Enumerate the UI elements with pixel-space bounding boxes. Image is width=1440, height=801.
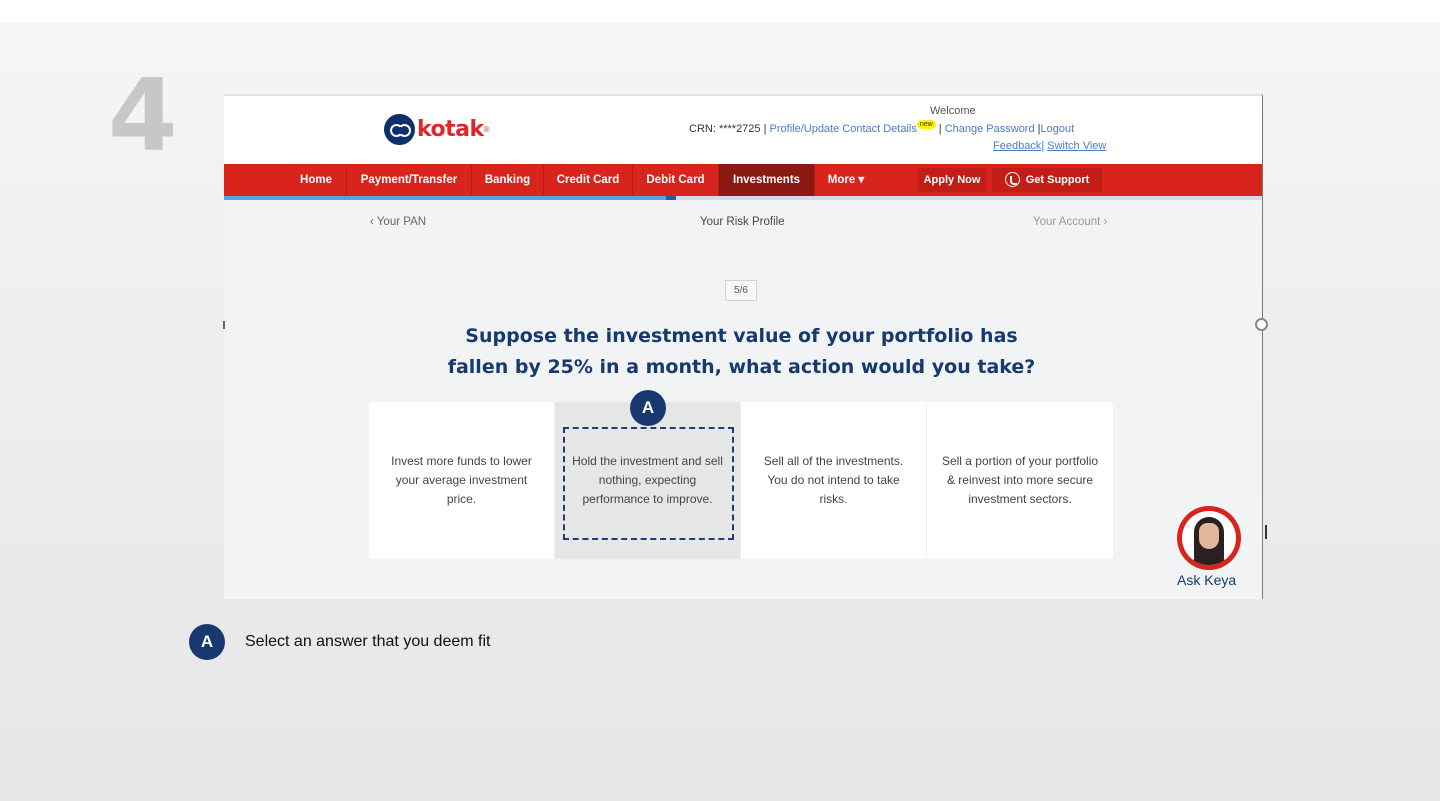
progress-marker <box>666 196 676 200</box>
registered-mark: ® <box>483 125 490 134</box>
progress-bar <box>224 196 1262 200</box>
resize-handle-left <box>223 321 225 329</box>
profile-link[interactable]: Profile/Update Contact Details <box>770 123 917 135</box>
answer-option-sell-portion[interactable]: Sell a portion of your portfolio & reinv… <box>927 402 1113 559</box>
site-header: kotak ® Welcome CRN: ****2725 | Profile/… <box>224 96 1262 164</box>
welcome-text: Welcome <box>930 105 976 117</box>
callout-badge: A <box>630 390 666 426</box>
resize-handle-right <box>1255 318 1268 331</box>
keya-avatar <box>1177 506 1241 570</box>
kotak-logo[interactable]: kotak ® <box>384 114 490 145</box>
nav-debit-card[interactable]: Debit Card <box>633 164 719 196</box>
screenshot-frame: kotak ® Welcome CRN: ****2725 | Profile/… <box>224 94 1263 599</box>
ask-keya-widget[interactable]: Ask Keya <box>1177 506 1241 590</box>
step-number: 4 <box>108 57 178 174</box>
separator: | <box>935 123 945 135</box>
answer-option-sell-all[interactable]: Sell all of the investments. You do not … <box>741 402 927 559</box>
brand-name: kotak <box>417 117 484 142</box>
next-step-link[interactable]: Your Account › <box>1033 216 1107 228</box>
crn-text: CRN: ****2725 | <box>689 123 770 135</box>
nav-investments[interactable]: Investments <box>719 164 815 196</box>
kotak-logo-icon <box>384 114 415 145</box>
answer-option-invest-more[interactable]: Invest more funds to lower your average … <box>369 402 555 559</box>
question-line-2: fallen by 25% in a month, what action wo… <box>447 356 1036 378</box>
nav-credit-card[interactable]: Credit Card <box>544 164 633 196</box>
new-badge: new <box>916 120 936 129</box>
question-text: Suppose the investment value of your por… <box>434 321 1049 383</box>
get-support-label: Get Support <box>1025 174 1090 186</box>
phone-icon <box>1004 171 1020 187</box>
nav-payment-transfer[interactable]: Payment/Transfer <box>347 164 472 196</box>
text-cursor <box>1265 525 1267 539</box>
account-links: CRN: ****2725 | Profile/Update Contact D… <box>689 120 1075 135</box>
feedback-link[interactable]: Feedback <box>993 140 1041 152</box>
nav-banking[interactable]: Banking <box>472 164 544 196</box>
nav-home[interactable]: Home <box>286 164 347 196</box>
question-line-1: Suppose the investment value of your por… <box>465 325 1018 347</box>
main-nav: Home Payment/Transfer Banking Credit Car… <box>224 164 1262 196</box>
current-step-label: Your Risk Profile <box>700 216 785 228</box>
change-password-link[interactable]: Change Password <box>945 123 1035 135</box>
ask-keya-label: Ask Keya <box>1177 572 1237 588</box>
answer-options: Invest more funds to lower your average … <box>369 402 1113 559</box>
get-support-button[interactable]: Get Support <box>992 168 1102 192</box>
nav-more[interactable]: More ▾ <box>815 164 877 196</box>
switch-view-link[interactable]: Switch View <box>1047 140 1106 152</box>
logout-link[interactable]: Logout <box>1041 123 1075 135</box>
question-counter: 5/6 <box>725 280 757 301</box>
progress-fill <box>224 196 666 200</box>
legend-description: Select an answer that you deem fit <box>245 633 491 650</box>
prev-step-link[interactable]: ‹ Your PAN <box>370 216 426 228</box>
apply-now-button[interactable]: Apply Now <box>918 168 986 192</box>
secondary-links: Feedback| Switch View <box>993 140 1106 152</box>
legend-callout-badge: A <box>189 624 225 660</box>
